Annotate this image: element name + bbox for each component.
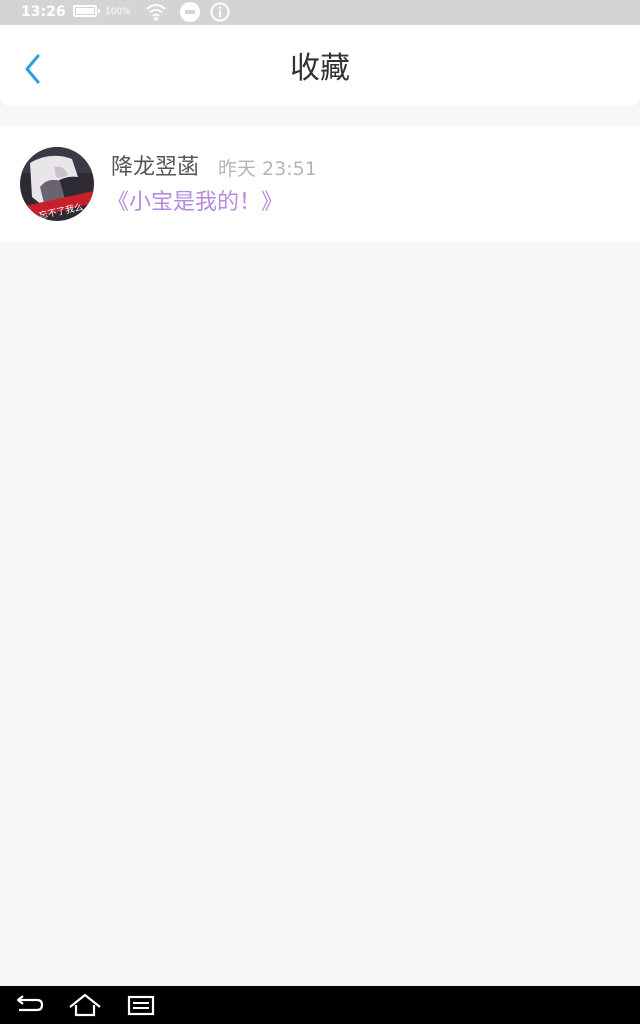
back-icon[interactable]: [14, 991, 44, 1019]
status-bar: 13:26 100%: [0, 0, 640, 25]
favorite-author: 降龙翌菡: [111, 155, 200, 180]
avatar[interactable]: 忘不了我么: [20, 147, 94, 221]
favorite-title-link[interactable]: 《小宝是我的！》: [107, 188, 283, 218]
page-title: 收藏: [290, 51, 350, 86]
home-icon[interactable]: [68, 991, 102, 1019]
info-icon: [210, 2, 230, 22]
recent-apps-icon[interactable]: [127, 991, 157, 1019]
system-nav-bar: [0, 986, 640, 1024]
battery-percent: 100%: [105, 7, 131, 17]
do-not-disturb-icon: [180, 2, 200, 22]
avatar-image: 忘不了我么: [20, 147, 94, 221]
status-time: 13:26: [21, 4, 66, 20]
header-bar: 收藏: [0, 25, 640, 106]
favorites-screen: 13:26 100% 收藏 忘不了我么 降龙翌菡 昨天 23:51 《小宝是我的…: [0, 0, 640, 1024]
favorite-time: 昨天 23:51: [218, 158, 317, 180]
wifi-icon: [146, 3, 166, 21]
battery-icon: [73, 5, 100, 17]
favorite-list-item[interactable]: 忘不了我么 降龙翌菡 昨天 23:51 《小宝是我的！》: [0, 126, 640, 242]
